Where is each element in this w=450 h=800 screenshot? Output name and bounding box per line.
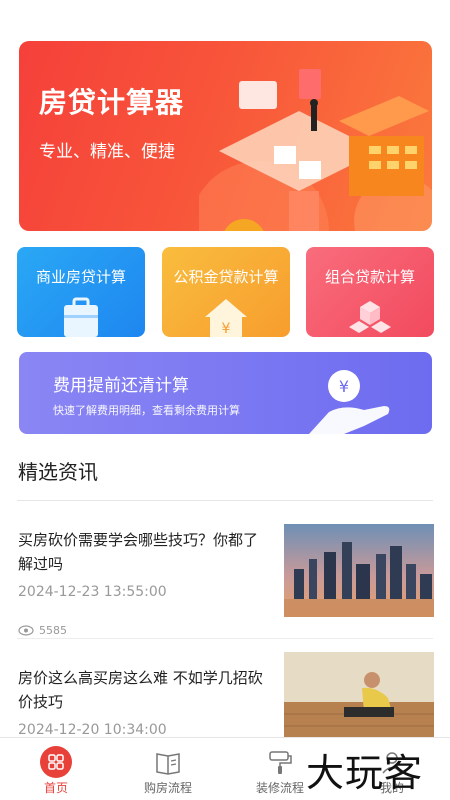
city-skyline-image	[284, 524, 434, 617]
floor-installation-image	[284, 652, 434, 738]
news-list-item[interactable]: 买房砍价需要学会哪些技巧？你都了解过吗 2024-12-23 13:55:00 …	[17, 524, 434, 637]
news-title: 买房砍价需要学会哪些技巧？你都了解过吗	[18, 531, 259, 573]
news-title: 房价这么高买房这么难 不如学几招砍价技巧	[18, 669, 263, 711]
tab-label: 首页	[43, 781, 68, 795]
briefcase-icon	[64, 297, 98, 337]
book-icon	[156, 753, 180, 775]
svg-text:¥: ¥	[222, 321, 231, 337]
hand-yen-icon: ¥	[309, 370, 390, 434]
news-time: 2024-12-23 13:55:00	[18, 584, 167, 600]
isometric-city-illustration	[199, 69, 432, 231]
hero-banner[interactable]: 房贷计算器 专业、精准、便捷	[19, 41, 432, 231]
banner-subtitle: 专业、精准、便捷	[39, 142, 175, 162]
section-divider	[17, 500, 433, 501]
fee-payoff-calculator-button[interactable]: 费用提前还清计算 快速了解费用明细，查看剩余费用计算 ¥	[19, 352, 432, 434]
home-grid-icon	[40, 746, 72, 778]
view-count-value: 5585	[39, 624, 67, 637]
tab-home[interactable]: 首页	[0, 738, 112, 800]
cubes-icon	[349, 301, 391, 333]
section-title: 精选资讯	[18, 460, 98, 484]
tile-label: 组合贷款计算	[324, 268, 415, 286]
list-separator	[17, 638, 433, 639]
tab-purchase-process[interactable]: 购房流程	[112, 738, 224, 800]
fee-calculator-subtitle: 快速了解费用明细，查看剩余费用计算	[53, 404, 240, 417]
news-list-item[interactable]: 房价这么高买房这么难 不如学几招砍价技巧 2024-12-20 10:34:00	[17, 652, 434, 738]
svg-text:¥: ¥	[339, 377, 349, 396]
tile-label: 公积金贷款计算	[173, 268, 279, 286]
commercial-loan-calculator-button[interactable]: 商业房贷计算	[17, 247, 145, 337]
provident-fund-calculator-button[interactable]: 公积金贷款计算 ¥	[162, 247, 290, 337]
eye-icon	[18, 625, 34, 636]
house-yen-icon: ¥	[205, 299, 247, 337]
combined-loan-calculator-button[interactable]: 组合贷款计算	[306, 247, 434, 337]
view-count: 5585	[18, 624, 67, 637]
tab-label: 购房流程	[143, 781, 192, 795]
paint-roller-icon	[269, 751, 292, 774]
brand-watermark: 大玩客	[306, 751, 424, 795]
news-time: 2024-12-20 10:34:00	[18, 722, 167, 738]
tile-label: 商业房贷计算	[35, 268, 126, 286]
fee-calculator-title: 费用提前还清计算	[53, 376, 189, 396]
banner-title: 房贷计算器	[39, 86, 185, 119]
